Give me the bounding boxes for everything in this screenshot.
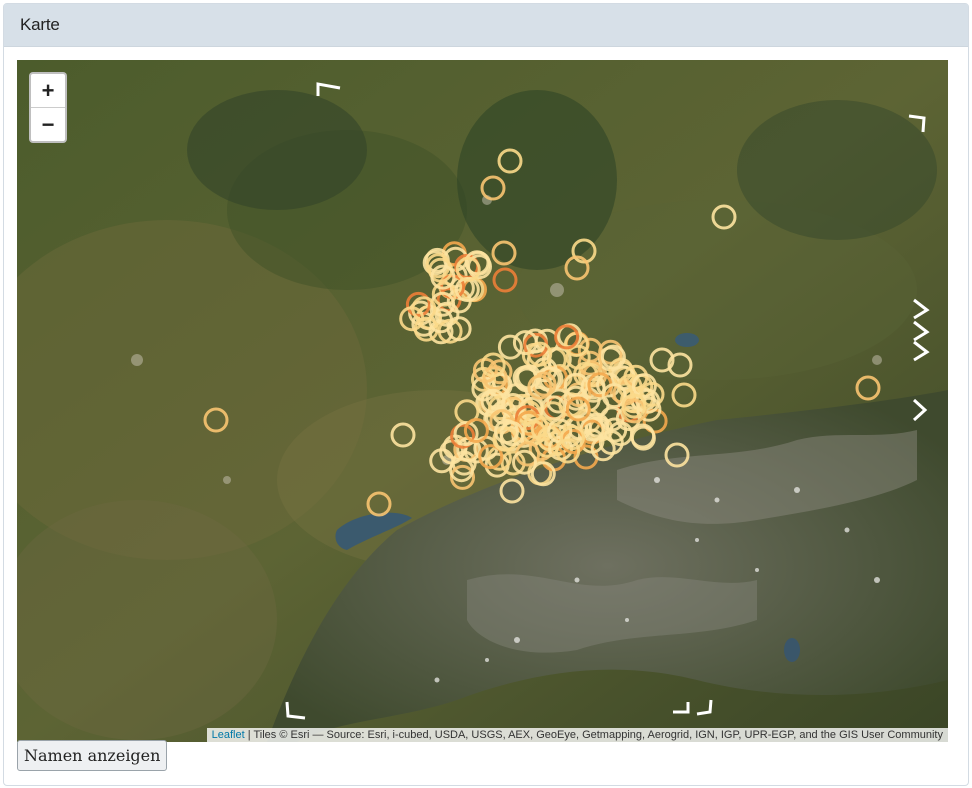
map-view[interactable]: + − Leaflet | Tiles © Esri — Source: Esr…: [17, 60, 948, 742]
satellite-tiles: [17, 60, 948, 742]
show-names-button[interactable]: Namen anzeigen: [17, 740, 168, 771]
map-attribution: Leaflet | Tiles © Esri — Source: Esri, i…: [206, 728, 948, 742]
leaflet-link[interactable]: Leaflet: [212, 729, 245, 741]
panel-title: Karte: [4, 4, 968, 47]
zoom-in-button[interactable]: +: [31, 74, 65, 107]
zoom-out-button[interactable]: −: [31, 107, 65, 141]
zoom-control: + −: [29, 72, 67, 143]
attribution-text: | Tiles © Esri — Source: Esri, i-cubed, …: [244, 729, 943, 741]
